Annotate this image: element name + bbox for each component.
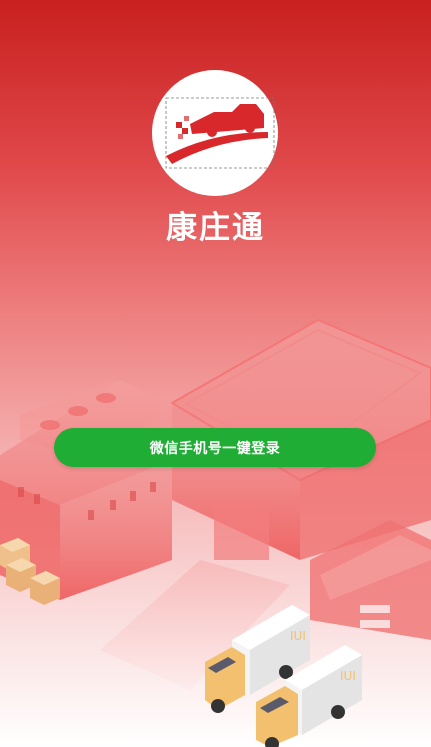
svg-text:IUI: IUI: [290, 629, 306, 643]
app-title: 康庄通: [166, 210, 265, 246]
wechat-phone-login-button[interactable]: 微信手机号一键登录: [54, 428, 376, 467]
svg-text:IUI: IUI: [340, 669, 356, 683]
app-logo: [152, 70, 278, 196]
truck-logo-icon: [165, 97, 275, 169]
